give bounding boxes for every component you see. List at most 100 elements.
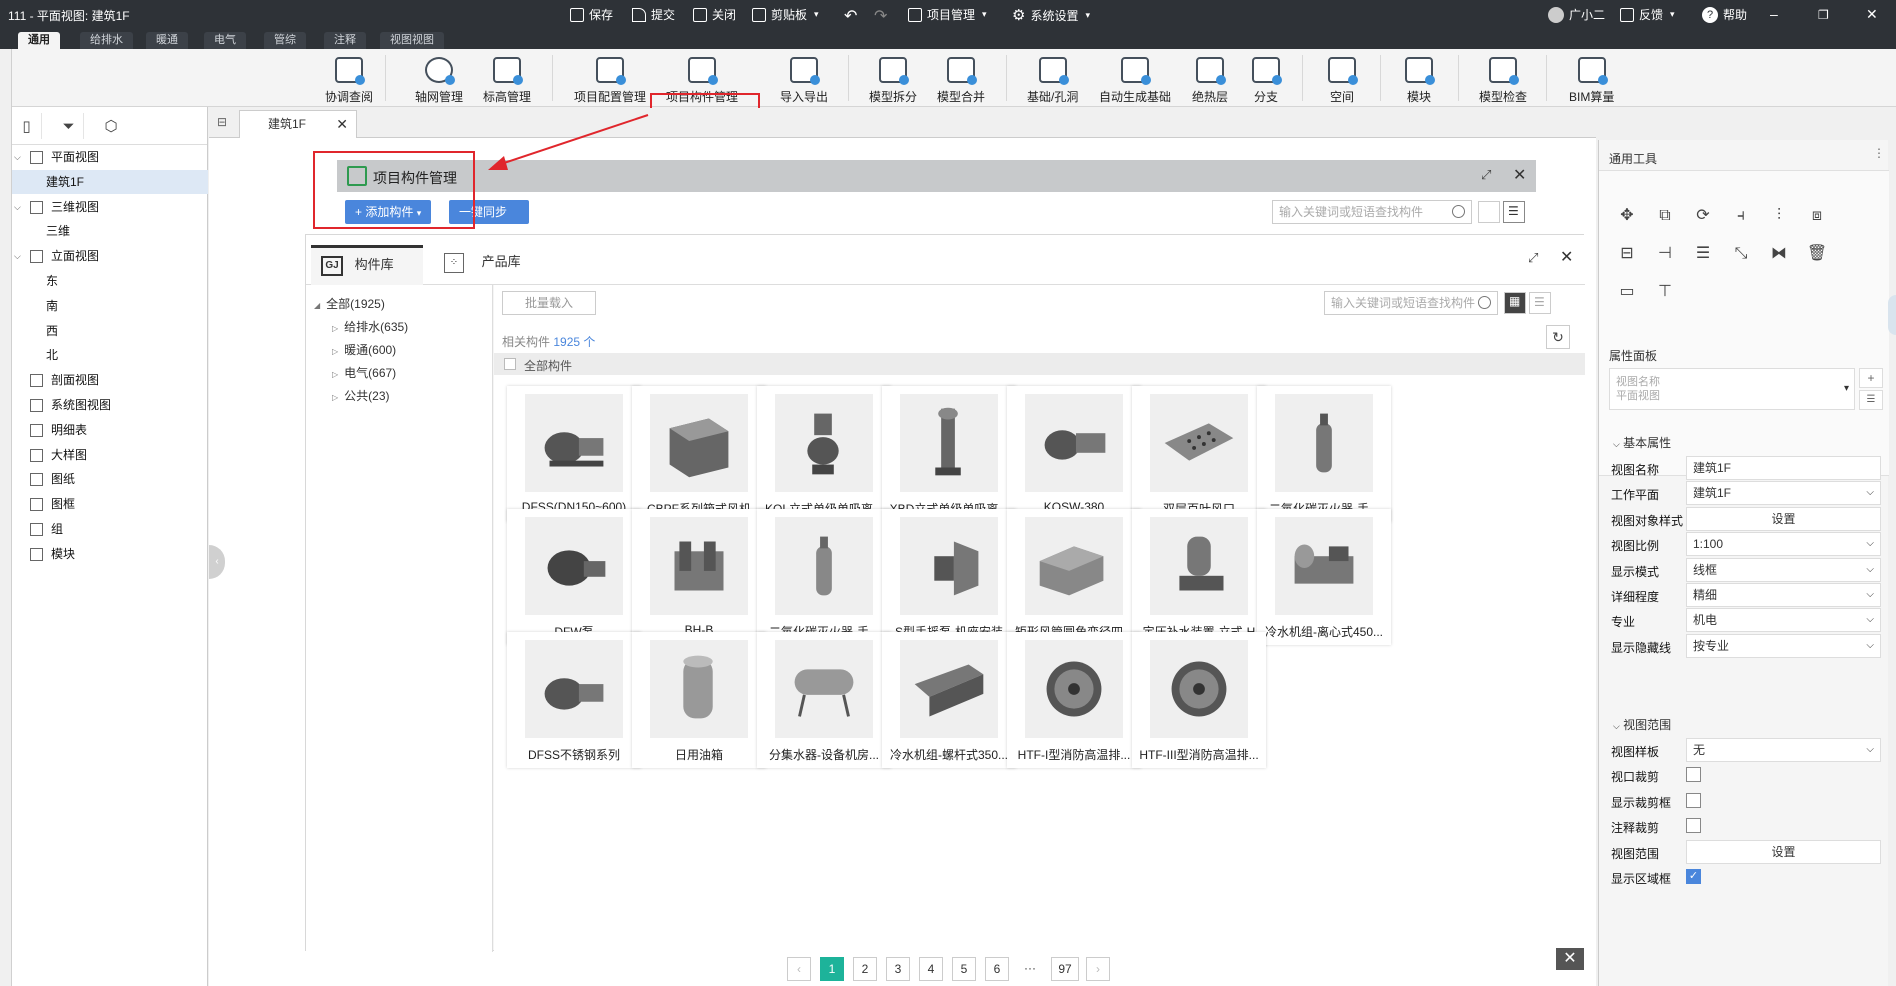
model-split-button[interactable]: 模型拆分 — [869, 51, 917, 105]
component-card[interactable]: HTF-III型消防高温排... — [1132, 632, 1266, 768]
offset-icon[interactable]: ⧈ — [1806, 205, 1828, 227]
page-button[interactable]: 6 — [985, 957, 1009, 981]
project-menu[interactable]: 项目管理 ▾ — [908, 6, 987, 23]
component-card[interactable]: XBD立式单级单吸离... — [882, 386, 1016, 522]
property-checkbox[interactable] — [1686, 818, 1701, 834]
category-item[interactable]: ▷ 给排水(635) — [332, 318, 408, 335]
component-card[interactable]: 冷水机组-离心式450... — [1257, 509, 1391, 645]
filter-button[interactable]: ⏷ — [54, 113, 84, 139]
branch-button[interactable]: 分支 — [1252, 51, 1282, 105]
undo-button[interactable]: ↶ — [844, 6, 857, 26]
module-button[interactable]: 模块 — [1405, 51, 1435, 105]
cube-view-button[interactable]: ⬡ — [96, 113, 126, 139]
tree-item[interactable]: 图框 — [12, 492, 208, 516]
page-button[interactable]: 4 — [919, 957, 943, 981]
bim-quantity-button[interactable]: BIM算量 — [1569, 51, 1614, 105]
tree-item[interactable]: ⌵ 三维视图 — [12, 195, 208, 219]
list-view-button[interactable]: ☰ — [1529, 292, 1551, 314]
property-select[interactable]: 1:100 ⌵ — [1686, 532, 1881, 557]
tree-item[interactable]: 西 — [12, 319, 208, 343]
model-merge-button[interactable]: 模型合并 — [937, 51, 985, 105]
close-overlay-button[interactable]: ✕ — [1556, 948, 1584, 970]
property-select[interactable]: 按专业 ⌵ — [1686, 633, 1881, 658]
mirror-icon[interactable]: ⧓ — [1768, 243, 1790, 265]
tree-item[interactable]: 三维 — [12, 219, 208, 243]
minimize-button[interactable]: – — [1770, 6, 1778, 22]
component-card[interactable]: DFW泵 — [507, 509, 641, 645]
user-menu[interactable]: 广小二 — [1548, 6, 1605, 23]
tree-item[interactable]: 系统图视图 — [12, 393, 208, 417]
tree-item[interactable]: 剖面视图 — [12, 368, 208, 392]
tree-item[interactable]: 明细表 — [12, 418, 208, 442]
component-card[interactable]: DFSS(DN150~600) — [507, 386, 641, 522]
measure-icon[interactable]: ▭ — [1616, 281, 1638, 303]
tab-product-library[interactable]: ⁘ 产品库 — [434, 245, 521, 285]
tree-item[interactable]: 北 — [12, 343, 208, 367]
redo-button[interactable]: ↷ — [874, 6, 887, 26]
help-button[interactable]: ? 帮助 — [1702, 6, 1747, 23]
library-search-input[interactable]: 输入关键词或短语查找构件 — [1324, 291, 1498, 315]
next-page-button[interactable]: › — [1086, 957, 1110, 981]
tab-view[interactable]: 视图视图 — [380, 32, 444, 49]
grid-view-button[interactable] — [1478, 201, 1500, 223]
component-card[interactable]: KQL立式单级单吸离... — [757, 386, 891, 522]
cm-search-input[interactable]: 输入关键词或短语查找构件 — [1272, 200, 1472, 224]
pin-icon[interactable]: ⊤ — [1654, 281, 1676, 303]
tab-component-library[interactable]: GJ 构件库 — [311, 245, 423, 285]
view-type-selector[interactable]: 视图名称 平面视图 ▾ — [1609, 368, 1855, 410]
align-icon[interactable]: ⫞ — [1730, 205, 1752, 227]
batch-load-button[interactable]: 批量载入 — [502, 291, 596, 315]
delete-icon[interactable]: 🗑 — [1806, 243, 1828, 265]
model-check-button[interactable]: 模型检查 — [1479, 51, 1527, 105]
grid-manage-button[interactable]: 轴网管理 — [415, 51, 463, 105]
tree-item[interactable]: 图纸 — [12, 467, 208, 491]
close-icon[interactable]: ✕ — [1513, 165, 1526, 185]
tree-item[interactable]: 大样图 — [12, 443, 208, 467]
property-checkbox[interactable] — [1686, 792, 1701, 808]
collapse-right-handle[interactable] — [1888, 295, 1896, 335]
component-card[interactable]: 冷水机组-螺杆式350... — [882, 632, 1016, 768]
expand-icon[interactable]: ⤢ — [1481, 167, 1491, 183]
section-basic[interactable]: ⌵ 基本属性 — [1613, 434, 1671, 451]
component-card[interactable]: 双层百叶风口 — [1132, 386, 1266, 522]
property-checkbox[interactable] — [1686, 767, 1701, 783]
tree-item[interactable]: 组 — [12, 517, 208, 541]
category-item[interactable]: ▷ 公共(23) — [332, 387, 390, 404]
prev-page-button[interactable]: ‹ — [787, 957, 811, 981]
select-all-checkbox[interactable] — [504, 358, 516, 370]
property-select[interactable]: 无 ⌵ — [1686, 738, 1881, 762]
property-select[interactable]: 机电 ⌵ — [1686, 608, 1881, 633]
refresh-button[interactable]: ↻ — [1546, 325, 1570, 349]
property-select[interactable]: 线框 ⌵ — [1686, 557, 1881, 582]
page-button[interactable]: 3 — [886, 957, 910, 981]
tab-mep[interactable]: 管综 — [264, 32, 306, 49]
tab-building-1f[interactable]: 建筑1F ✕ — [239, 110, 357, 138]
tab-annotation[interactable]: 注释 — [324, 32, 366, 49]
coordination-review-button[interactable]: 协调查阅 — [325, 51, 373, 105]
close-doc-button[interactable]: 关闭 — [693, 6, 736, 23]
close-icon[interactable]: ✕ — [336, 111, 348, 137]
page-button[interactable]: 1 — [820, 957, 844, 981]
component-card[interactable]: 分集水器-设备机房... — [757, 632, 891, 768]
chevron-down-icon[interactable]: ⌵ — [14, 244, 21, 268]
tab-hvac[interactable]: 暖通 — [146, 32, 188, 49]
tree-item[interactable]: ⌵ 立面视图 — [12, 244, 208, 268]
trim-icon[interactable]: ⊟ — [1616, 243, 1638, 265]
property-checkbox[interactable]: ✓ — [1686, 869, 1701, 884]
submit-button[interactable]: 提交 — [632, 6, 675, 23]
tree-item[interactable]: 模块 — [12, 542, 208, 566]
component-card[interactable]: 二氧化碳灭火器-手... — [1257, 386, 1391, 522]
more-icon[interactable]: ⋮ — [1873, 146, 1885, 160]
category-item[interactable]: ▷ 电气(667) — [332, 364, 396, 381]
array-icon[interactable]: ☰ — [1692, 243, 1714, 265]
section-range[interactable]: ⌵ 视图范围 — [1613, 716, 1671, 733]
tree-item[interactable]: 建筑1F — [12, 169, 208, 194]
expand-icon[interactable]: ⤢ — [1528, 250, 1538, 266]
property-button[interactable]: 设置 — [1686, 839, 1881, 864]
auto-foundation-button[interactable]: 自动生成基础 — [1099, 51, 1171, 105]
level-manage-button[interactable]: 标高管理 — [483, 51, 531, 105]
close-window-button[interactable]: ✕ — [1866, 6, 1878, 23]
maximize-button[interactable]: ❐ — [1818, 8, 1829, 22]
feedback-menu[interactable]: 反馈 ▾ — [1620, 6, 1675, 23]
component-card[interactable]: CBPF系列箱式风机 — [632, 386, 766, 522]
